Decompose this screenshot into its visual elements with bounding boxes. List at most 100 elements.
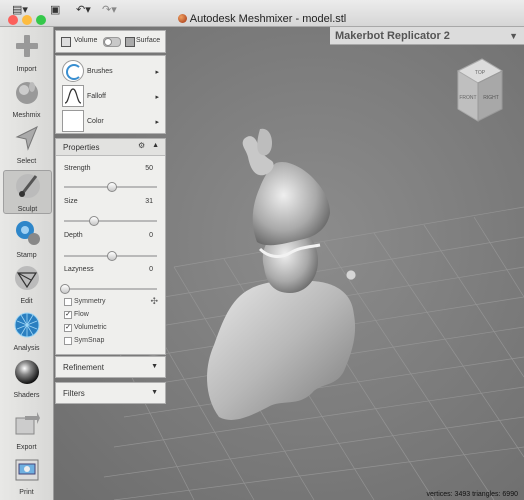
print-tool[interactable]: Print — [3, 454, 50, 496]
meshmix-label: Meshmix — [12, 112, 41, 119]
size-row: Size 31 — [56, 198, 165, 208]
printer-name: Makerbot Replicator 2 — [335, 30, 450, 42]
cursor-arrow-icon — [15, 125, 38, 151]
strength-value[interactable]: 50 — [145, 165, 153, 172]
meshmix-tool[interactable]: Meshmix — [3, 77, 50, 119]
lazyness-row: Lazyness 0 — [56, 266, 165, 276]
window-title-text: Autodesk Meshmixer - model.stl — [189, 13, 347, 25]
depth-value[interactable]: 0 — [149, 232, 153, 239]
brushes-label: Brushes — [87, 68, 113, 75]
surface-label[interactable]: Surface — [136, 37, 160, 44]
lazyness-label: Lazyness — [64, 266, 94, 273]
import-label: Import — [16, 66, 37, 73]
filters-panel[interactable]: Filters ▼ — [55, 382, 166, 404]
meshmix-bunny-icon — [15, 82, 38, 104]
shader-sphere-icon — [14, 360, 39, 384]
falloff-label: Falloff — [87, 93, 106, 100]
gear-icon[interactable]: ⚙ — [138, 141, 145, 150]
import-tool[interactable]: Import — [3, 31, 50, 73]
shaders-label: Shaders — [13, 392, 40, 399]
symmetry-label: Symmetry — [74, 298, 106, 305]
print-label: Print — [19, 489, 34, 496]
symsnap-checkbox[interactable] — [64, 337, 72, 345]
size-slider[interactable] — [64, 216, 157, 226]
depth-label: Depth — [64, 232, 83, 239]
refinement-panel[interactable]: Refinement ▼ — [55, 356, 166, 378]
tool-sidebar: Import Meshmix Select Sculpt Stamp Edit … — [0, 27, 54, 500]
brush-preview-icon — [62, 60, 84, 82]
select-tool[interactable]: Select — [3, 123, 50, 165]
sculpt-label: Sculpt — [17, 206, 38, 213]
depth-row: Depth 0 — [56, 232, 165, 242]
analysis-globe-icon — [14, 312, 39, 338]
mesh-stats: vertices: 3493 triangles: 6990 — [426, 491, 518, 498]
viewcube-right-label: RIGHT — [483, 95, 499, 101]
size-value[interactable]: 31 — [145, 198, 153, 205]
app-logo-icon — [177, 14, 187, 23]
sculpt-tool[interactable]: Sculpt — [3, 170, 52, 214]
chevron-right-icon: ▸ — [155, 94, 159, 101]
volumetric-label: Volumetric — [74, 324, 107, 331]
plus-icon — [15, 35, 38, 57]
export-arrow-icon — [15, 412, 40, 435]
strength-label: Strength — [64, 165, 91, 172]
filters-title: Filters — [63, 389, 85, 398]
viewcube-front-label: FRONT — [459, 95, 476, 101]
surface-icon — [125, 37, 135, 47]
lazyness-slider-knob[interactable] — [60, 284, 70, 294]
properties-header[interactable]: Properties ⚙ ▲ — [56, 139, 165, 156]
window-title: Autodesk Meshmixer - model.stl — [0, 13, 524, 25]
strength-slider[interactable] — [64, 182, 157, 192]
chevron-right-icon: ▸ — [155, 119, 159, 126]
chevron-right-icon: ▸ — [155, 69, 159, 76]
stamp-icon — [15, 221, 40, 245]
chevron-down-icon: ▼ — [509, 31, 518, 41]
export-label: Export — [16, 444, 37, 451]
depth-slider[interactable] — [64, 251, 157, 261]
lazyness-slider[interactable] — [60, 284, 157, 294]
color-swatch[interactable] — [62, 110, 84, 132]
select-label: Select — [16, 158, 37, 165]
chevron-down-icon: ▼ — [151, 389, 158, 396]
edit-mesh-icon — [14, 266, 39, 290]
flow-label: Flow — [74, 311, 89, 318]
stamp-tool[interactable]: Stamp — [3, 217, 50, 259]
stamp-label: Stamp — [16, 252, 37, 259]
edit-tool[interactable]: Edit — [3, 263, 50, 305]
flow-checkbox[interactable]: ✓ — [64, 311, 72, 319]
color-row[interactable]: Color ▸ — [56, 108, 165, 132]
sculpt-mode-panel: Volume Surface — [55, 30, 166, 53]
window-titlebar: ▤▾ ▣ ↶▾ ↷▾ Autodesk Meshmixer - model.st… — [0, 0, 524, 27]
chevron-down-icon: ▼ — [151, 363, 158, 370]
volume-icon — [61, 37, 71, 47]
printer-icon — [15, 459, 38, 481]
analysis-tool[interactable]: Analysis — [3, 310, 50, 352]
printer-select[interactable]: Makerbot Replicator 2 ▼ — [330, 27, 524, 45]
properties-title: Properties — [63, 143, 100, 152]
falloff-row[interactable]: Falloff ▸ — [56, 83, 165, 107]
shaders-tool[interactable]: Shaders — [3, 357, 50, 399]
lazyness-value[interactable]: 0 — [149, 266, 153, 273]
brush-panel: Brushes ▸ Falloff ▸ Color ▸ — [55, 55, 166, 134]
export-tool[interactable]: Export — [3, 409, 50, 451]
volumetric-checkbox[interactable]: ✓ — [64, 324, 72, 332]
volume-label[interactable]: Volume — [74, 37, 97, 44]
edit-label: Edit — [20, 298, 33, 305]
strength-row: Strength 50 — [56, 165, 165, 175]
brushes-row[interactable]: Brushes ▸ — [56, 58, 165, 82]
size-slider-knob[interactable] — [88, 216, 99, 226]
view-cube[interactable]: TOP FRONT RIGHT — [456, 58, 504, 122]
chevron-up-icon[interactable]: ▲ — [152, 142, 159, 149]
color-label: Color — [87, 118, 104, 125]
toggle-knob — [104, 38, 112, 46]
volume-surface-toggle[interactable] — [103, 37, 121, 47]
properties-panel: Properties ⚙ ▲ Strength 50 Size 31 Depth… — [55, 138, 166, 355]
viewcube-top-label: TOP — [475, 70, 486, 76]
symsnap-label: SymSnap — [74, 337, 105, 344]
symmetry-tool-icon[interactable]: ✣ — [150, 296, 158, 307]
size-label: Size — [64, 198, 78, 205]
depth-slider-knob[interactable] — [106, 251, 117, 261]
falloff-curve-icon — [62, 85, 84, 107]
symmetry-checkbox[interactable] — [64, 298, 72, 306]
strength-slider-knob[interactable] — [106, 182, 117, 192]
